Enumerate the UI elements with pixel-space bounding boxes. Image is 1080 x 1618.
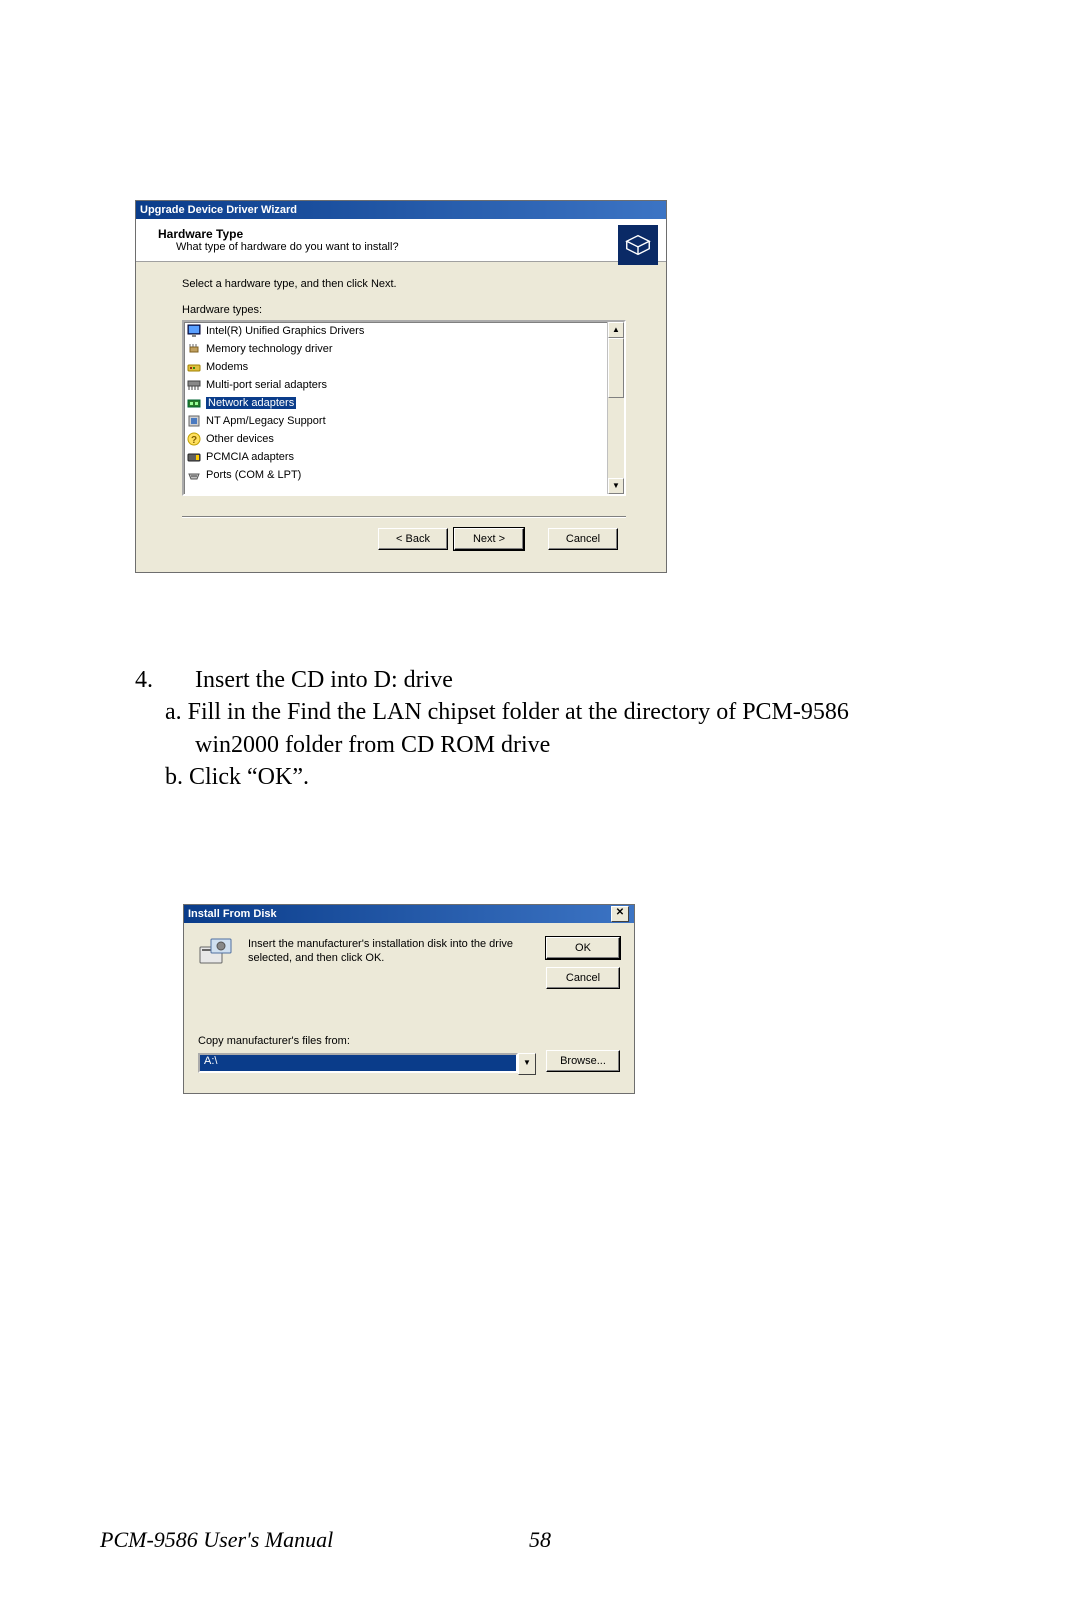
wizard-heading: Hardware Type bbox=[158, 227, 656, 241]
list-item-label: Network adapters bbox=[206, 397, 296, 409]
scroll-up-button[interactable]: ▲ bbox=[608, 322, 624, 338]
question-icon: ? bbox=[186, 431, 202, 447]
install-message: Insert the manufacturer's installation d… bbox=[248, 937, 532, 989]
next-button[interactable]: Next > bbox=[454, 528, 524, 550]
copy-from-label: Copy manufacturer's files from: bbox=[198, 1035, 620, 1047]
list-item[interactable]: Network adapters bbox=[184, 394, 608, 412]
list-item[interactable]: Multi-port serial adapters bbox=[184, 376, 608, 394]
install-from-disk-dialog: Install From Disk ✕ Insert the manufactu… bbox=[183, 904, 635, 1094]
monitor-icon bbox=[186, 323, 202, 339]
document-body: 4. Insert the CD into D: drive a. Fill i… bbox=[135, 664, 915, 794]
wizard-subheading: What type of hardware do you want to ins… bbox=[158, 241, 656, 253]
page-number: 58 bbox=[529, 1527, 551, 1553]
hardware-types-label: Hardware types: bbox=[182, 304, 626, 316]
list-item[interactable]: Memory technology driver bbox=[184, 340, 608, 358]
list-item[interactable]: Intel(R) Unified Graphics Drivers bbox=[184, 322, 608, 340]
floppy-disk-icon bbox=[198, 937, 234, 967]
substep-a: a. Fill in the Find the LAN chipset fold… bbox=[165, 696, 915, 761]
wizard-instruction: Select a hardware type, and then click N… bbox=[182, 278, 626, 290]
substep-b: b. Click “OK”. bbox=[135, 761, 915, 793]
list-item[interactable]: ? Other devices bbox=[184, 430, 608, 448]
list-item-label: Intel(R) Unified Graphics Drivers bbox=[206, 325, 364, 337]
list-item-label: Ports (COM & LPT) bbox=[206, 469, 301, 481]
browse-button[interactable]: Browse... bbox=[546, 1050, 620, 1072]
list-item-label: Other devices bbox=[206, 433, 274, 445]
list-item-label: NT Apm/Legacy Support bbox=[206, 415, 326, 427]
ok-button[interactable]: OK bbox=[546, 937, 620, 959]
list-item-label: Memory technology driver bbox=[206, 343, 333, 355]
page-footer: PCM-9586 User's Manual 58 bbox=[100, 1527, 980, 1553]
step-number: 4. bbox=[135, 664, 195, 696]
install-cancel-button[interactable]: Cancel bbox=[546, 967, 620, 989]
wizard-titlebar[interactable]: Upgrade Device Driver Wizard bbox=[136, 201, 666, 219]
back-button[interactable]: < Back bbox=[378, 528, 448, 550]
install-titlebar[interactable]: Install From Disk ✕ bbox=[184, 905, 634, 923]
pcmcia-icon bbox=[186, 449, 202, 465]
scroll-down-button[interactable]: ▼ bbox=[608, 478, 624, 494]
list-item[interactable]: Modems bbox=[184, 358, 608, 376]
list-item-label: Modems bbox=[206, 361, 248, 373]
wizard-dialog: Upgrade Device Driver Wizard Hardware Ty… bbox=[135, 200, 667, 573]
scroll-thumb[interactable] bbox=[608, 338, 624, 398]
list-item[interactable]: Ports (COM & LPT) bbox=[184, 466, 608, 484]
hardware-icon bbox=[618, 225, 658, 265]
path-input[interactable]: A:\ bbox=[198, 1053, 518, 1073]
network-icon bbox=[186, 395, 202, 411]
install-title: Install From Disk bbox=[188, 905, 277, 923]
modem-icon bbox=[186, 359, 202, 375]
wizard-header: Hardware Type What type of hardware do y… bbox=[136, 219, 666, 262]
step-text: Insert the CD into D: drive bbox=[195, 664, 453, 696]
close-icon[interactable]: ✕ bbox=[611, 906, 629, 922]
cancel-button[interactable]: Cancel bbox=[548, 528, 618, 550]
path-dropdown-button[interactable]: ▼ bbox=[518, 1053, 536, 1075]
footer-manual-title: PCM-9586 User's Manual bbox=[100, 1527, 333, 1552]
listbox-scrollbar[interactable]: ▲ ▼ bbox=[607, 322, 624, 494]
serial-icon bbox=[186, 377, 202, 393]
svg-text:?: ? bbox=[191, 435, 197, 446]
divider bbox=[182, 516, 626, 518]
legacy-icon bbox=[186, 413, 202, 429]
chip-icon bbox=[186, 341, 202, 357]
hardware-types-listbox[interactable]: Intel(R) Unified Graphics Drivers Memory … bbox=[182, 320, 626, 496]
port-icon bbox=[186, 467, 202, 483]
list-item-label: PCMCIA adapters bbox=[206, 451, 294, 463]
list-item[interactable]: PCMCIA adapters bbox=[184, 448, 608, 466]
list-item-label: Multi-port serial adapters bbox=[206, 379, 327, 391]
list-item[interactable]: NT Apm/Legacy Support bbox=[184, 412, 608, 430]
